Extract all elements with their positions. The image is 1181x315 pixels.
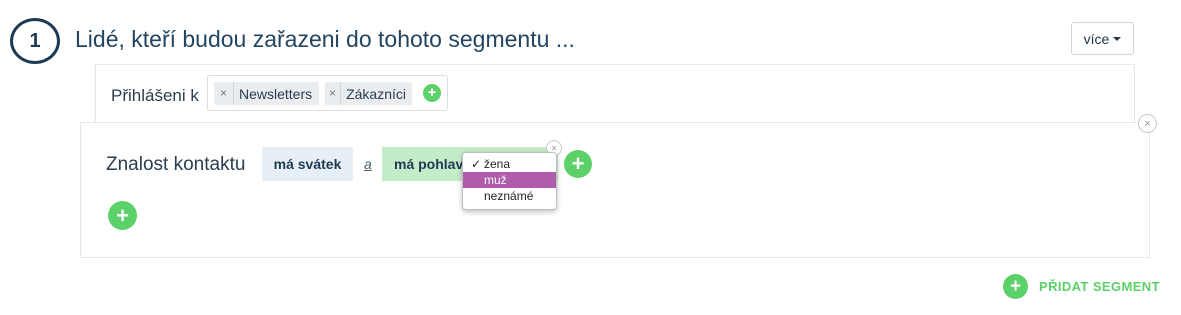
condition-panel <box>80 122 1150 258</box>
option-label: žena <box>484 157 511 171</box>
caret-down-icon <box>1113 36 1122 41</box>
condition-chip-name-day[interactable]: má svátek <box>262 147 353 181</box>
subscribed-tag-field[interactable]: × Newsletters × Zákazníci + <box>207 75 448 111</box>
subscribed-label: Přihlášeni k <box>111 86 199 105</box>
tag-label: Zákazníci <box>346 85 406 102</box>
option-label: neznámé <box>484 189 534 203</box>
remove-tag-icon[interactable]: × <box>325 82 342 105</box>
dropdown-option-zena[interactable]: ✓ žena <box>463 156 556 172</box>
step-number-badge: 1 <box>10 18 60 64</box>
tag-newsletters: × Newsletters <box>214 82 319 105</box>
check-icon: ✓ <box>470 157 481 171</box>
dropdown-option-muz[interactable]: muž <box>463 172 556 188</box>
tag-label: Newsletters <box>239 85 313 102</box>
add-segment-label: PŘIDAT SEGMENT <box>1039 279 1160 294</box>
condition-label: Znalost kontaktu <box>106 154 246 175</box>
add-condition-inline-button[interactable]: + <box>564 150 592 178</box>
remove-condition-icon[interactable]: × <box>1138 114 1157 133</box>
tag-zakaznici: × Zákazníci <box>325 82 412 105</box>
add-list-button[interactable]: + <box>423 84 441 102</box>
dropdown-option-nezname[interactable]: neznámé <box>463 188 556 204</box>
add-segment-button[interactable]: + PŘIDAT SEGMENT <box>1003 274 1160 299</box>
gender-options-dropdown[interactable]: ✓ žena muž neznámé <box>462 152 557 210</box>
remove-tag-icon[interactable]: × <box>214 82 234 105</box>
add-condition-button[interactable]: + <box>108 201 137 230</box>
more-button-label: více <box>1083 30 1110 47</box>
connector-and-link[interactable]: a <box>364 156 372 172</box>
plus-icon: + <box>1003 274 1028 299</box>
page-title: Lidé, kteří budou zařazeni do tohoto seg… <box>75 26 575 52</box>
option-label: muž <box>484 173 507 187</box>
more-dropdown-button[interactable]: více <box>1071 22 1134 55</box>
